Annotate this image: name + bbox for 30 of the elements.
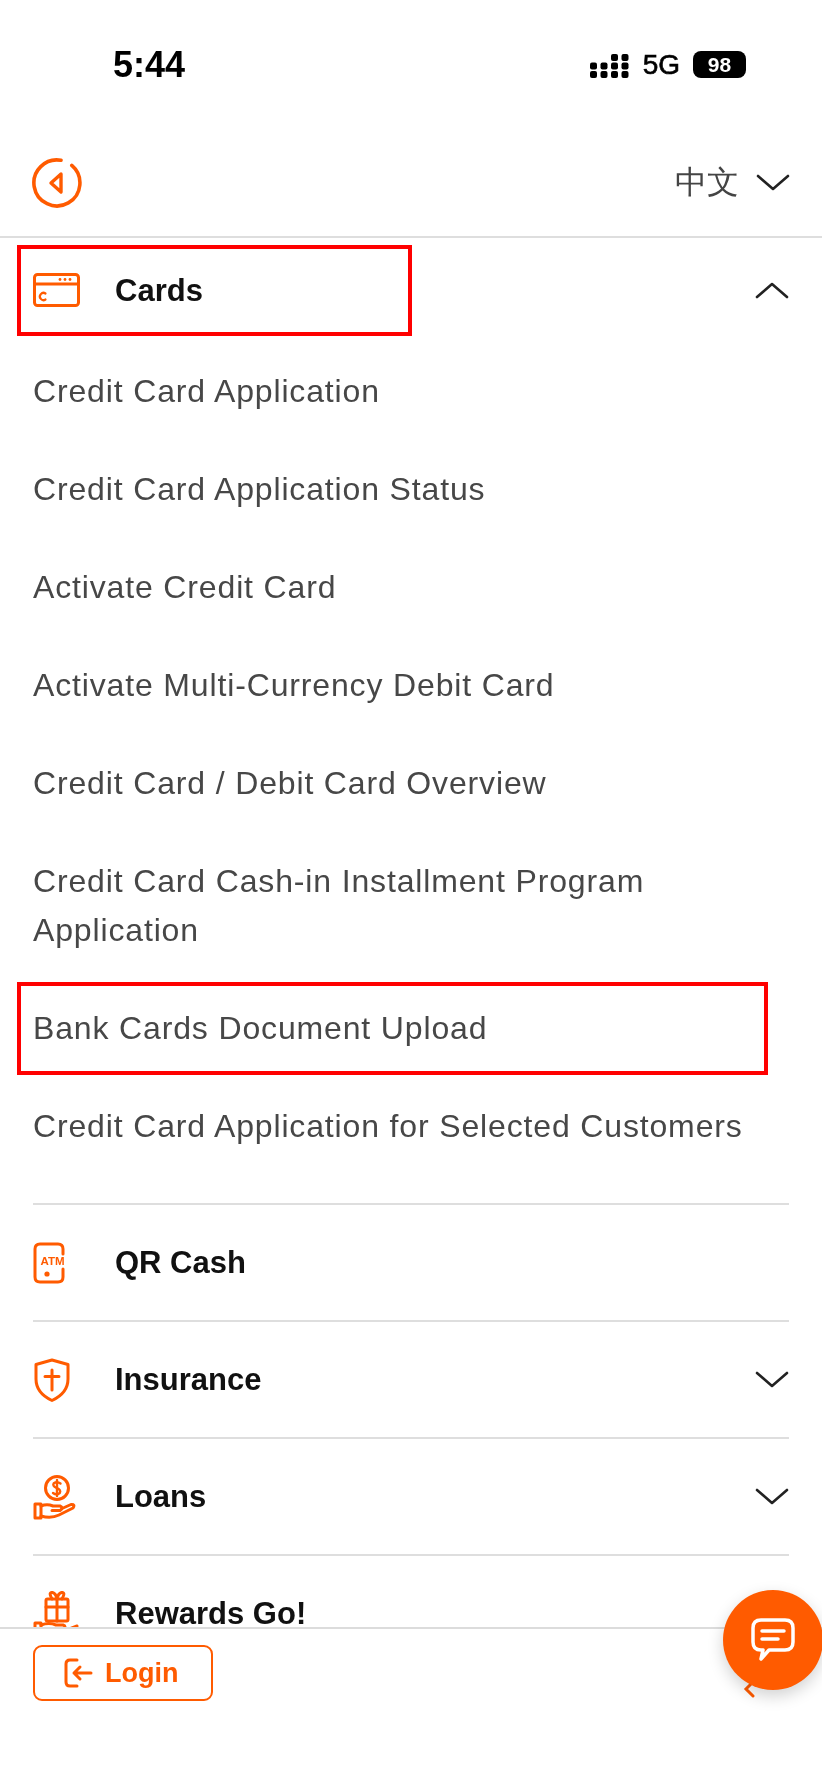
- submenu-link[interactable]: Credit Card / Debit Card Overview: [33, 758, 547, 808]
- credit-card-icon: [33, 273, 80, 307]
- menu-label[interactable]: QR Cash: [115, 1247, 246, 1278]
- submenu-link[interactable]: Credit Card Cash-in Installment Program Application: [33, 856, 773, 955]
- chevron-down-icon[interactable]: [755, 1487, 789, 1506]
- gift-hand-icon: [33, 1590, 81, 1627]
- status-time: 5:44: [113, 45, 186, 85]
- chat-button[interactable]: [723, 1590, 822, 1690]
- signal-icon: [589, 52, 630, 78]
- chevron-up-icon[interactable]: [755, 281, 789, 299]
- submenu-link[interactable]: Credit Card Application for Selected Customers: [33, 1101, 743, 1151]
- submenu-link[interactable]: Bank Cards Document Upload: [17, 981, 768, 1075]
- submenu-link[interactable]: Credit Card Application Status: [33, 464, 486, 514]
- menu-label[interactable]: Rewards Go!: [115, 1598, 307, 1627]
- chevron-down-icon: [756, 174, 790, 192]
- back-icon[interactable]: [31, 157, 83, 209]
- submenu-link[interactable]: Activate Credit Card: [33, 562, 337, 612]
- network-type: 5G: [642, 49, 680, 81]
- submenu-link[interactable]: Credit Card Application: [33, 366, 380, 416]
- menu-label[interactable]: Cards: [115, 274, 203, 306]
- chat-icon: [750, 1617, 796, 1663]
- menu-label[interactable]: Loans: [115, 1481, 207, 1512]
- submenu-link[interactable]: Activate Multi-Currency Debit Card: [33, 660, 555, 710]
- battery-level: 98: [693, 51, 746, 79]
- chevron-down-icon[interactable]: [755, 1370, 789, 1389]
- coin-hand-icon: [33, 1473, 77, 1520]
- shield-cross-icon: [33, 1356, 71, 1403]
- menu-label[interactable]: Insurance: [115, 1364, 262, 1395]
- language-selector[interactable]: 中文: [675, 165, 790, 201]
- login-icon: [63, 1657, 93, 1689]
